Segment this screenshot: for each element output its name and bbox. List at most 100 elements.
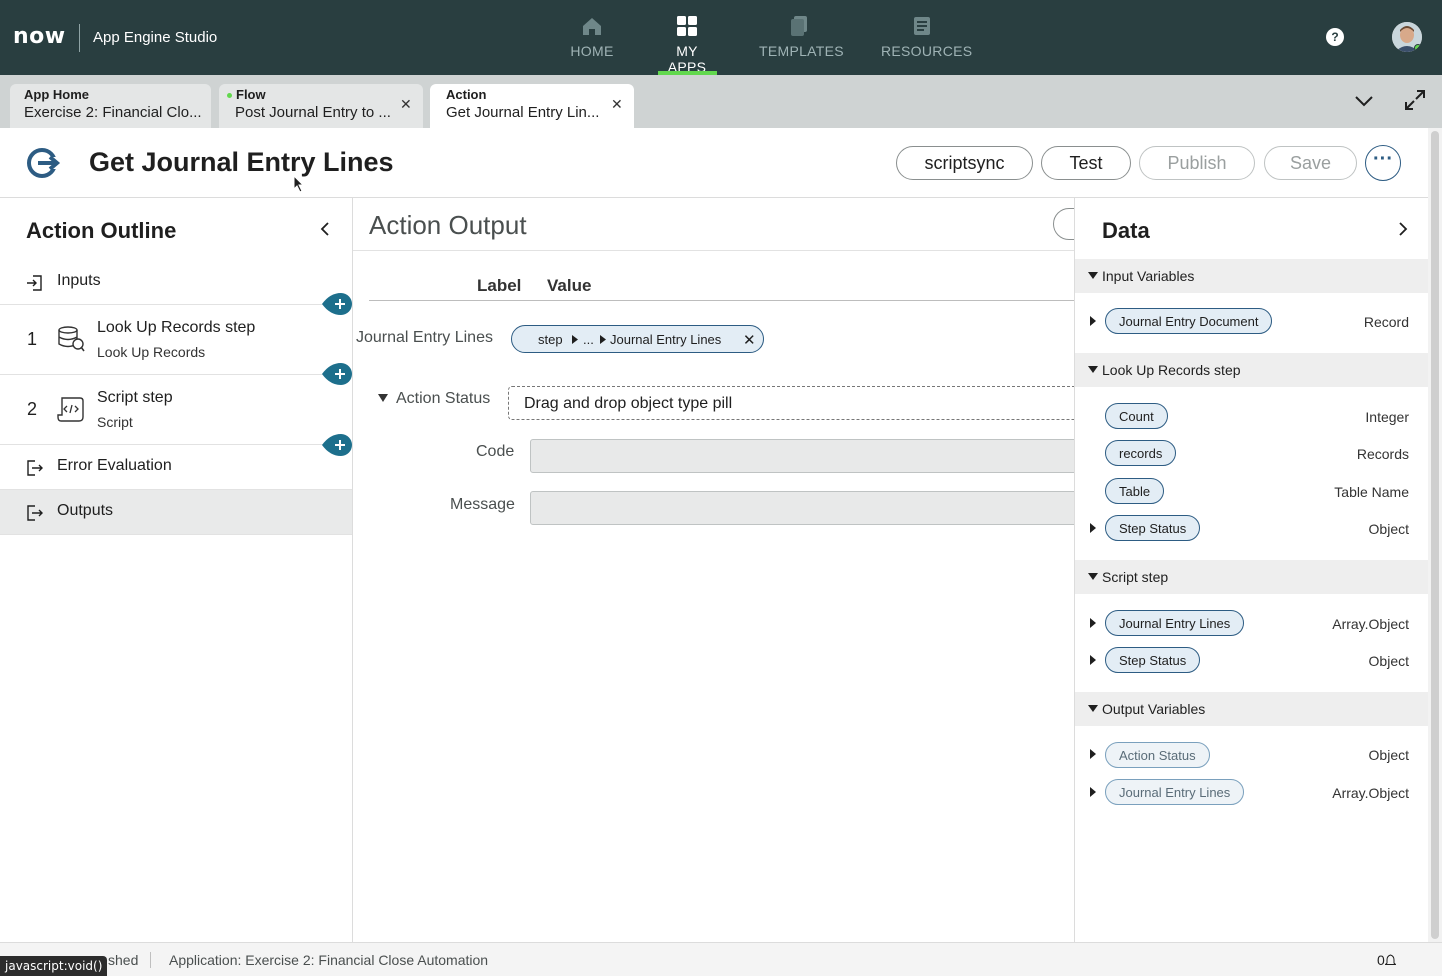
data-pill-journal-entry-lines[interactable]: Journal Entry Lines <box>1105 610 1245 636</box>
tab-app-home[interactable]: App Home Exercise 2: Financial Clo... <box>10 84 211 128</box>
data-pill-table[interactable]: Table <box>1105 478 1165 504</box>
data-pill-journal-entry-lines-output[interactable]: Journal Entry Lines <box>1105 779 1245 805</box>
outline-item-outputs[interactable]: Outputs <box>0 490 352 535</box>
tab-kind-wrapper: Flow <box>227 87 409 102</box>
help-icon[interactable]: ? <box>1326 28 1344 46</box>
expand-icon[interactable] <box>1404 89 1426 111</box>
section-input-variables[interactable]: Input Variables <box>1075 259 1429 293</box>
page-scrollbar[interactable] <box>1428 128 1442 942</box>
tab-kind: App Home <box>24 87 89 102</box>
tab-kind: Flow <box>236 87 266 102</box>
column-header-value: Value <box>547 276 592 295</box>
close-icon[interactable]: ✕ <box>611 96 623 113</box>
more-options-button[interactable]: ··· <box>1365 145 1401 181</box>
nav-templates[interactable]: TEMPLATES <box>759 0 844 75</box>
step-title: Look Up Records step <box>97 319 256 336</box>
code-field[interactable] <box>530 439 1074 473</box>
scriptsync-button[interactable]: scriptsync <box>896 146 1033 180</box>
caret-right-icon[interactable] <box>1090 787 1096 797</box>
data-pill-step-status[interactable]: Step Status <box>1105 647 1201 673</box>
section-script-step[interactable]: Script step <box>1075 560 1429 594</box>
edit-outputs-button[interactable] <box>1053 208 1074 240</box>
action-icon <box>27 148 61 178</box>
outline-step-lookup[interactable]: 1 Look Up Records step Look Up Records <box>0 305 352 375</box>
caret-right-icon[interactable] <box>1090 618 1096 628</box>
output-icon <box>27 460 43 476</box>
nav-home[interactable]: HOME <box>569 0 615 75</box>
data-type: Array.Object <box>1332 616 1409 632</box>
data-type: Integer <box>1365 409 1409 425</box>
nav-resources[interactable]: RESOURCES <box>881 0 972 75</box>
chevron-left-icon[interactable] <box>318 222 332 236</box>
caret-down-icon <box>1088 366 1098 373</box>
outline-step-script[interactable]: 2 Script step Script <box>0 375 352 445</box>
object-pill-drop-zone[interactable]: Drag and drop object type pill <box>508 386 1074 420</box>
section-look-up-records-step[interactable]: Look Up Records step <box>1075 353 1429 387</box>
tab-title: Exercise 2: Financial Clo... <box>24 104 202 121</box>
avatar[interactable] <box>1392 22 1422 52</box>
tab-flow[interactable]: Flow Post Journal Entry to ... ✕ <box>219 84 423 128</box>
close-icon[interactable]: ✕ <box>400 96 412 113</box>
step-number: 1 <box>27 329 38 349</box>
data-type: Records <box>1356 446 1409 462</box>
tab-title: Get Journal Entry Lin... <box>446 104 600 121</box>
data-pill-count[interactable]: Count <box>1105 403 1168 429</box>
script-icon <box>57 397 84 422</box>
section-output-variables[interactable]: Output Variables <box>1075 692 1429 726</box>
scrollbar-thumb[interactable] <box>1431 131 1439 939</box>
save-button[interactable]: Save <box>1264 146 1357 180</box>
online-status-dot <box>1414 44 1422 52</box>
data-pill-action-status[interactable]: Action Status <box>1105 742 1210 768</box>
now-logo[interactable]: now <box>13 24 66 49</box>
message-field[interactable] <box>530 491 1074 525</box>
pill-segment: step <box>538 332 563 347</box>
section-title: Input Variables <box>1102 268 1195 284</box>
caret-down-icon[interactable] <box>378 394 388 402</box>
divider <box>150 952 151 968</box>
outline-item-label: Outputs <box>57 502 114 519</box>
caret-down-icon <box>1088 705 1098 712</box>
remove-pill-icon[interactable]: ✕ <box>743 331 756 349</box>
outline-item-label: Inputs <box>57 272 101 289</box>
data-pill-records[interactable]: records <box>1105 440 1177 466</box>
notification-count-value: 0 <box>1377 952 1385 968</box>
outline-item-inputs[interactable]: Inputs <box>0 260 352 305</box>
step-title: Script step <box>97 389 173 406</box>
apps-grid-icon <box>677 16 697 36</box>
caret-down-icon <box>1088 272 1098 279</box>
link-status-tooltip: javascript:void() <box>0 956 108 976</box>
chevron-right-icon[interactable] <box>1396 222 1410 236</box>
caret-right-icon[interactable] <box>1090 655 1096 665</box>
app-name[interactable]: App Engine Studio <box>93 29 217 46</box>
section-title: Script step <box>1102 569 1169 585</box>
output-icon <box>27 505 43 521</box>
caret-right-icon[interactable] <box>1090 749 1096 759</box>
nav-my-apps[interactable]: MY APPS <box>656 0 718 75</box>
caret-right-icon[interactable] <box>1090 523 1096 533</box>
outline-title: Action Outline <box>26 218 177 243</box>
mouse-cursor-icon <box>293 175 305 193</box>
status-footer: shed Application: Exercise 2: Financial … <box>0 942 1442 976</box>
database-icon <box>58 326 85 352</box>
output-label-journal-entry-lines: Journal Entry Lines <box>356 329 493 346</box>
outline-item-error-evaluation[interactable]: Error Evaluation <box>0 445 352 490</box>
tab-action[interactable]: Action Get Journal Entry Lin... ✕ <box>430 84 634 128</box>
column-header-label: Label <box>477 276 522 295</box>
step-number: 2 <box>27 399 38 419</box>
data-panel-title: Data <box>1102 218 1150 243</box>
nav-home-label: HOME <box>570 43 614 59</box>
data-pill-journal-entry-lines[interactable]: step ... Journal Entry Lines ✕ <box>511 325 764 353</box>
test-button[interactable]: Test <box>1041 146 1131 180</box>
data-pill-journal-entry-document[interactable]: Journal Entry Document <box>1105 308 1273 334</box>
templates-icon <box>791 16 807 36</box>
data-panel: Data Input Variables Journal Entry Docum… <box>1074 198 1429 942</box>
notifications-count[interactable]: 0 <box>1377 952 1397 968</box>
step-subtitle: Look Up Records <box>97 344 206 360</box>
chevron-down-icon[interactable] <box>1354 91 1374 111</box>
section-title: Action Output <box>369 210 527 240</box>
publish-button[interactable]: Publish <box>1139 146 1255 180</box>
data-pill-step-status[interactable]: Step Status <box>1105 515 1201 541</box>
pill-segment: Journal Entry Lines <box>610 332 722 347</box>
caret-right-icon[interactable] <box>1090 316 1096 326</box>
top-header: now App Engine Studio HOME MY APPS TEMPL… <box>0 0 1442 75</box>
